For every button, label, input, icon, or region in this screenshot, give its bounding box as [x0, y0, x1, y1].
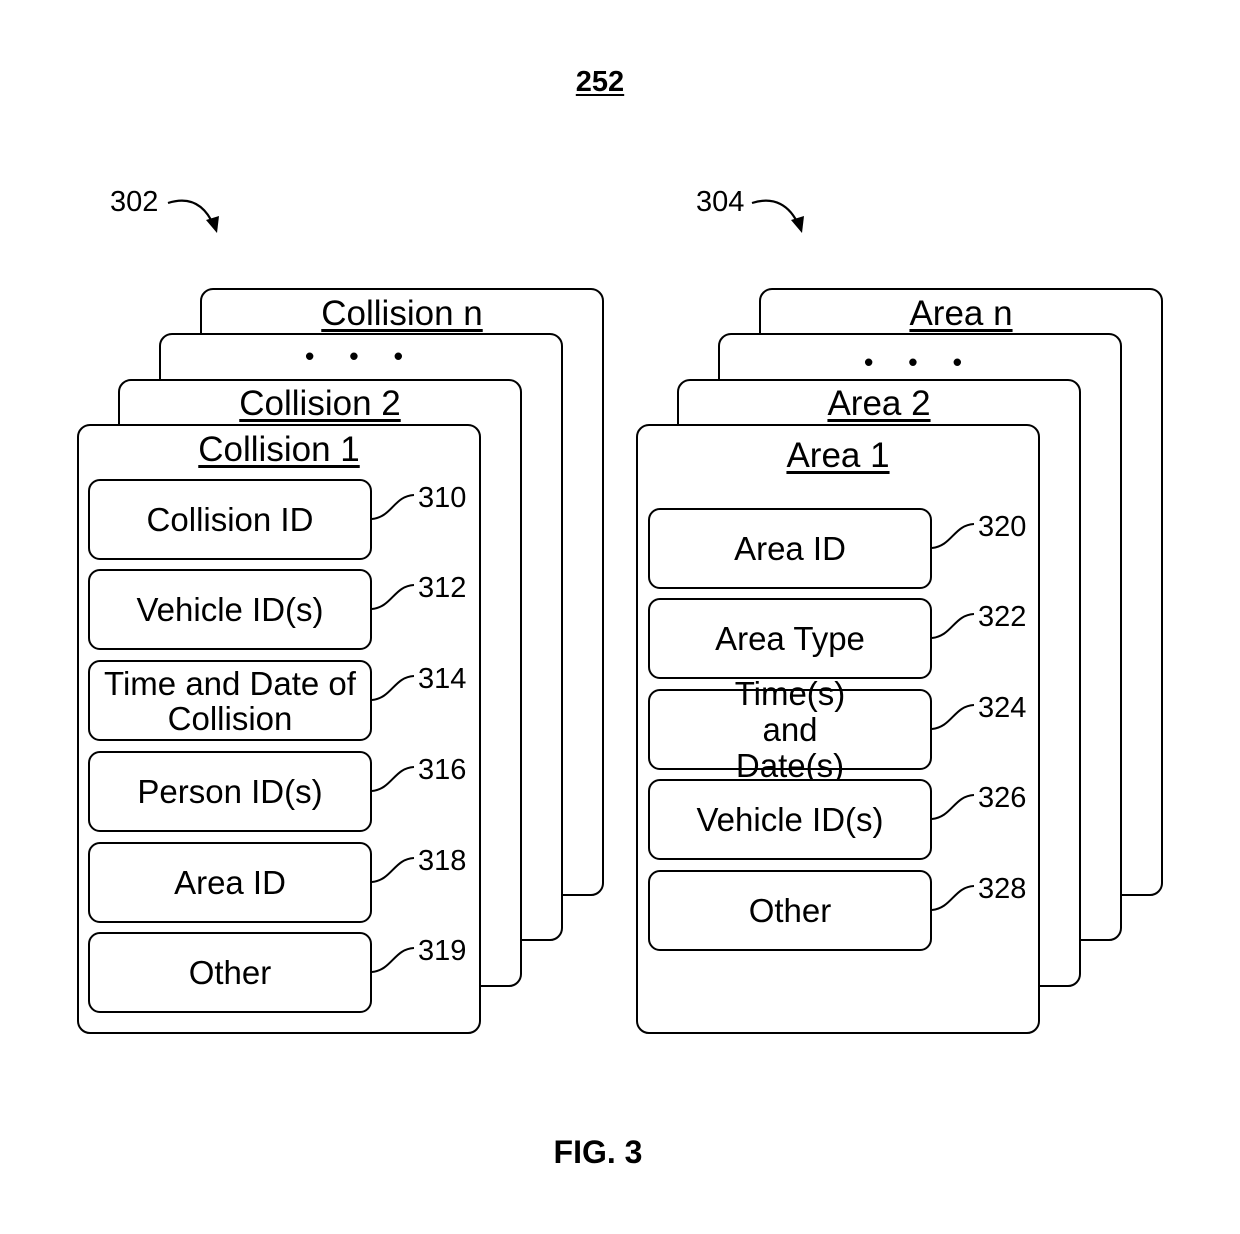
ref-324: 324: [978, 692, 1027, 724]
area-leader-lines: [931, 523, 975, 911]
leader-320-icon: [931, 523, 975, 549]
figure-caption: FIG. 3: [553, 1134, 643, 1170]
leader-324-icon: [931, 704, 975, 730]
leader-326-icon: [931, 794, 975, 820]
ref-320: 320: [978, 511, 1027, 543]
ref-322: 322: [978, 601, 1027, 633]
ref-328: 328: [978, 873, 1027, 905]
ref-326: 326: [978, 782, 1027, 814]
leader-322-icon: [931, 613, 975, 639]
leader-328-icon: [931, 885, 975, 911]
